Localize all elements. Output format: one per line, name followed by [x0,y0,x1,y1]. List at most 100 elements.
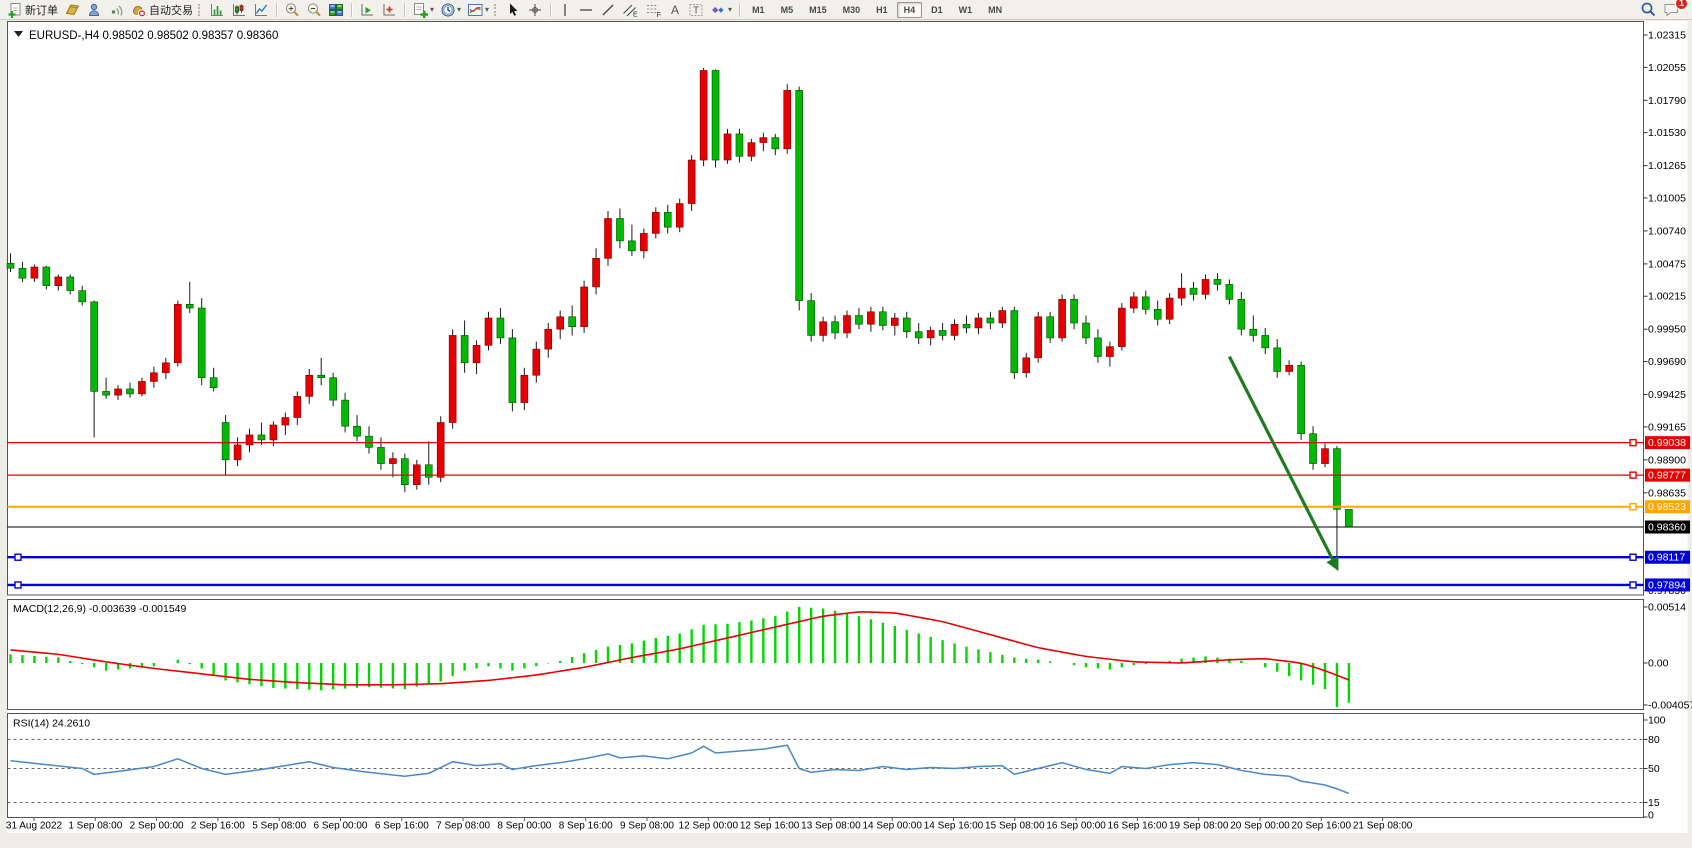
candle-bull[interactable] [891,318,898,325]
candle-bear[interactable] [1262,335,1269,347]
fibonacci-tool[interactable]: F [642,0,665,19]
candle-bull[interactable] [700,70,707,160]
candle-bull[interactable] [999,311,1006,323]
candle-bear[interactable] [342,400,349,426]
tf-button-h4[interactable]: H4 [897,2,923,18]
candle-bull[interactable] [1059,299,1066,338]
crosshair-button[interactable] [524,0,546,19]
hline-handle[interactable] [1630,504,1636,510]
candle-bull[interactable] [306,375,313,396]
candle-bear[interactable] [808,301,815,336]
candle-bear[interactable] [855,316,862,325]
tf-button-m15[interactable]: M15 [802,2,834,18]
candle-bear[interactable] [1298,365,1305,433]
candle-bear[interactable] [1094,338,1101,357]
candle-bull[interactable] [1118,308,1125,347]
tf-button-h1[interactable]: H1 [869,2,895,18]
notifications-button[interactable]: 1 [1660,0,1684,19]
tf-button-m1[interactable]: M1 [745,2,772,18]
tf-button-d1[interactable]: D1 [924,2,950,18]
search-button[interactable] [1637,0,1660,19]
chart-canvas[interactable]: 1.023151.020551.017901.015301.012651.010… [0,0,1692,848]
time-axis[interactable]: 31 Aug 20221 Sep 08:002 Sep 00:002 Sep 1… [6,818,1413,832]
candle-bear[interactable] [879,312,886,326]
candle-bear[interactable] [401,459,408,485]
candle-bull[interactable] [605,218,612,258]
candle-bull[interactable] [593,258,600,287]
candle-bear[interactable] [987,318,994,323]
candle-bull[interactable] [1023,358,1030,373]
candle-bull[interactable] [1106,347,1113,357]
candle-bear[interactable] [1333,449,1340,510]
tf-button-m5[interactable]: M5 [774,2,801,18]
candle-bull[interactable] [1286,365,1293,371]
auto-scroll-button[interactable] [356,0,378,19]
candle-bull[interactable] [1178,288,1185,298]
hline-handle[interactable] [1630,582,1636,588]
candle-bear[interactable] [903,318,910,332]
candle-bull[interactable] [676,204,683,228]
candle-bull[interactable] [55,277,62,286]
candle-bull[interactable] [545,329,552,349]
candle-bull[interactable] [844,316,851,333]
candle-bear[interactable] [1011,311,1018,373]
market-watch-button[interactable] [61,0,83,19]
candle-bull[interactable] [784,90,791,148]
candle-bull[interactable] [748,143,755,157]
candle-bull[interactable] [1035,317,1042,358]
equidistant-channel-tool[interactable]: E [619,0,642,19]
candle-bear[interactable] [103,391,110,395]
candle-bull[interactable] [246,435,253,445]
vertical-line-tool[interactable] [555,0,575,19]
tf-button-m30[interactable]: M30 [836,2,868,18]
candle-bear[interactable] [354,426,361,436]
chart-bars-button[interactable] [206,0,228,19]
candle-bear[interactable] [939,330,946,335]
candle-bear[interactable] [1142,297,1149,309]
candle-bear[interactable] [377,447,384,463]
candle-bull[interactable] [688,160,695,204]
candle-bear[interactable] [43,267,50,286]
candle-bear[interactable] [461,335,468,362]
candle-bear[interactable] [796,90,803,300]
candle-bull[interactable] [270,425,277,440]
chart-shift-button[interactable] [378,0,400,19]
candle-bull[interactable] [31,267,38,278]
candle-bear[interactable] [569,317,576,327]
candle-bear[interactable] [712,70,719,160]
candle-bull[interactable] [640,233,647,250]
hline-handle[interactable] [1630,472,1636,478]
candle-bear[interactable] [91,302,98,392]
candle-bull[interactable] [162,363,169,373]
tf-button-w1[interactable]: W1 [952,2,980,18]
candle-bear[interactable] [1083,323,1090,338]
candle-bull[interactable] [975,318,982,328]
new-chart-dropdown[interactable]: ▾ [409,0,437,19]
hline-handle[interactable] [15,582,21,588]
zoom-in-button[interactable] [281,0,303,19]
candle-bear[interactable] [222,423,229,460]
zoom-out-button[interactable] [303,0,325,19]
candle-bull[interactable] [234,445,241,460]
candle-bear[interactable] [1226,284,1233,299]
candle-bull[interactable] [174,304,181,362]
candle-bull[interactable] [389,459,396,464]
candle-bull[interactable] [760,138,767,143]
arrows-dropdown[interactable]: ▾ [707,0,735,19]
candle-bull[interactable] [652,212,659,233]
candle-bear[interactable] [915,332,922,338]
candle-bear[interactable] [127,389,134,394]
candle-bear[interactable] [772,138,779,149]
candle-bear[interactable] [1345,509,1352,527]
tile-windows-button[interactable] [325,0,347,19]
candle-bear[interactable] [736,134,743,156]
candle-bull[interactable] [1322,449,1329,464]
candle-bear[interactable] [1310,434,1317,464]
candle-bear[interactable] [628,241,635,251]
candle-bull[interactable] [485,318,492,345]
candle-bull[interactable] [115,389,122,395]
candle-bull[interactable] [951,324,958,335]
periods-dropdown[interactable]: ▾ [437,0,464,19]
candle-bull[interactable] [282,418,289,425]
chart-line-button[interactable] [250,0,272,19]
